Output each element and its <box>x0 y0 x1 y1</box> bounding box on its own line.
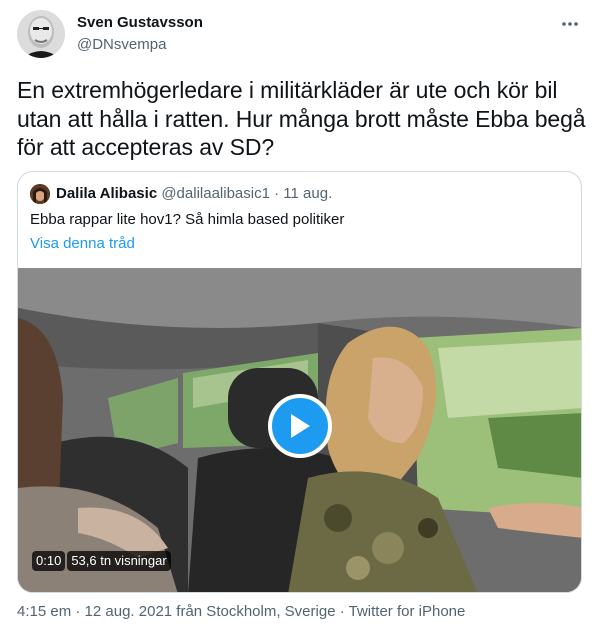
play-button[interactable] <box>268 394 332 458</box>
author-name[interactable]: Sven Gustavsson <box>77 14 203 31</box>
more-dots-icon <box>562 22 578 26</box>
play-icon <box>291 414 310 438</box>
video-meta: 0:10 53,6 tn visningar <box>32 551 171 571</box>
author-avatar[interactable] <box>17 10 65 58</box>
separator-dot: · <box>75 603 81 620</box>
author-handle[interactable]: @DNsvempa <box>77 36 166 53</box>
separator-dot: · <box>274 185 280 202</box>
quoted-author-name[interactable]: Dalila Alibasic <box>56 185 157 202</box>
tweet: Sven Gustavsson @DNsvempa En extremhöger… <box>0 0 600 635</box>
video-views: 53,6 tn visningar <box>67 551 171 571</box>
tweet-time[interactable]: 4:15 em <box>17 603 71 620</box>
more-options-button[interactable] <box>558 12 582 36</box>
show-thread-link[interactable]: Visa denna tråd <box>30 235 135 252</box>
quoted-tweet-header: Dalila Alibasic @dalilaalibasic1 · 11 au… <box>56 185 332 202</box>
quoted-author-avatar[interactable] <box>30 184 50 204</box>
quoted-author-handle[interactable]: @dalilaalibasic1 <box>161 185 270 202</box>
video-player[interactable]: 0:10 53,6 tn visningar <box>18 268 581 592</box>
separator-dot: · <box>339 603 345 620</box>
tweet-source[interactable]: Twitter for iPhone <box>349 603 466 620</box>
quoted-tweet-date[interactable]: 11 aug. <box>283 185 332 202</box>
tweet-date-location[interactable]: 12 aug. 2021 från Stockholm, Sverige <box>85 603 336 620</box>
quoted-tweet[interactable]: Dalila Alibasic @dalilaalibasic1 · 11 au… <box>17 171 582 593</box>
quoted-tweet-text: Ebba rappar lite hov1? Så himla based po… <box>30 211 345 228</box>
tweet-timestamp: 4:15 em · 12 aug. 2021 från Stockholm, S… <box>17 603 465 620</box>
tweet-text: En extremhögerledare i militärkläder är … <box>17 77 586 160</box>
video-duration: 0:10 <box>32 551 66 571</box>
